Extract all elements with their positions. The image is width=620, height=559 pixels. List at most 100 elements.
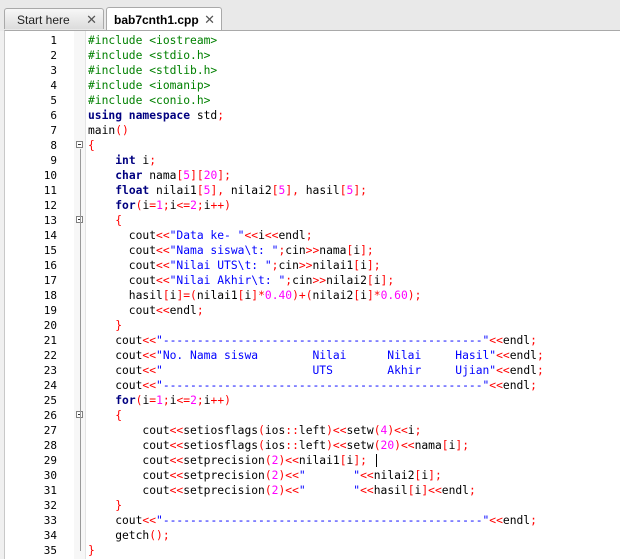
code-line[interactable]: 6 using namespace std;: [5, 108, 620, 123]
line-number: 17: [43, 274, 57, 287]
line-text: for(i=1;i<=2;i++): [115, 394, 231, 407]
line-number: 5: [50, 94, 57, 107]
code-line[interactable]: 24 cout<<"------------------------------…: [5, 378, 620, 393]
line-text: {: [115, 409, 123, 422]
line-text: cout<<setprecision(2)<<" "<<hasil[i]<<en…: [88, 484, 476, 497]
line-number: 13: [43, 214, 57, 227]
line-text: cout<<"---------------------------------…: [88, 514, 537, 527]
code-line[interactable]: 5 #include <conio.h>: [5, 93, 620, 108]
line-number: 3: [50, 64, 57, 77]
line-number: 18: [43, 289, 57, 302]
line-text: cout<<setiosflags(ios::left)<<setw(4)<<i…: [88, 424, 422, 437]
text-cursor: [376, 454, 377, 467]
line-number: 10: [43, 169, 57, 182]
line-number: 16: [43, 259, 57, 272]
code-line[interactable]: 9 int i;: [5, 153, 620, 168]
fold-toggle-icon[interactable]: [76, 141, 83, 148]
code-line[interactable]: 35}: [5, 543, 620, 558]
line-number: 30: [43, 469, 57, 482]
code-line[interactable]: 34 getch();: [5, 528, 620, 543]
code-line[interactable]: 33 cout<<"------------------------------…: [5, 513, 620, 528]
line-text: #include <iomanip>: [88, 79, 211, 92]
code-line[interactable]: 25 for(i=1;i<=2;i++): [5, 393, 620, 408]
tab-label: Start here: [17, 13, 70, 27]
line-number: 9: [50, 154, 57, 167]
line-text: getch();: [88, 529, 170, 542]
code-line[interactable]: 20 }: [5, 318, 620, 333]
code-line[interactable]: 12 for(i=1;i<=2;i++): [5, 198, 620, 213]
code-line[interactable]: 4 #include <iomanip>: [5, 78, 620, 93]
code-line[interactable]: 22 cout<<"No. Nama siswa Nilai Nilai Has…: [5, 348, 620, 363]
code-line[interactable]: 2 #include <stdio.h>: [5, 48, 620, 63]
tab-bab7cnth1[interactable]: bab7cnth1.cpp ✕: [106, 7, 222, 30]
code-line[interactable]: 28 cout<<setiosflags(ios::left)<<setw(20…: [5, 438, 620, 453]
code-line[interactable]: 26 {: [5, 408, 620, 423]
fold-guide-line: [80, 224, 81, 326]
code-line[interactable]: 30 cout<<setprecision(2)<<" "<<nilai2[i]…: [5, 468, 620, 483]
editor-tab-bar: Start here ✕ bab7cnth1.cpp ✕: [0, 0, 620, 31]
code-line[interactable]: 7 main(): [5, 123, 620, 138]
code-line[interactable]: 29 cout<<setprecision(2)<<nilai1[i];: [5, 453, 620, 468]
line-text: cout<<"---------------------------------…: [88, 379, 537, 392]
code-line[interactable]: 8{: [5, 138, 620, 153]
line-number: 26: [43, 409, 57, 422]
line-text: cout<<"---------------------------------…: [88, 334, 537, 347]
line-text: cout<<"Nama siswa\t: ";cin>>nama[i];: [88, 244, 374, 257]
line-text: using namespace std;: [88, 109, 225, 122]
code-line[interactable]: 31 cout<<setprecision(2)<<" "<<hasil[i]<…: [5, 483, 620, 498]
code-editor[interactable]: 1 #include <iostream> 2 #include <stdio.h> 3…: [4, 30, 620, 559]
code-line[interactable]: 10 char nama[5][20];: [5, 168, 620, 183]
line-number: 1: [50, 34, 57, 47]
line-number: 23: [43, 364, 57, 377]
line-text: cout<<"Nilai Akhir\t: ";cin>>nilai2[i];: [88, 274, 395, 287]
line-text: char nama[5][20];: [115, 169, 231, 182]
line-text: cout<<"Nilai UTS\t: ";cin>>nilai1[i];: [88, 259, 381, 272]
line-text: #include <conio.h>: [88, 94, 211, 107]
code-line[interactable]: 27 cout<<setiosflags(ios::left)<<setw(4)…: [5, 423, 620, 438]
code-line[interactable]: 3 #include <stdlib.h>: [5, 63, 620, 78]
line-text: float nilai1[5], nilai2[5], hasil[5];: [115, 184, 367, 197]
line-number: 12: [43, 199, 57, 212]
line-text: cout<<setprecision(2)<<nilai1[i];: [88, 454, 367, 467]
line-number: 4: [50, 79, 57, 92]
line-number: 19: [43, 304, 57, 317]
line-number: 32: [43, 499, 57, 512]
fold-guide-line: [80, 419, 81, 506]
line-text: }: [88, 544, 95, 557]
line-text: {: [115, 214, 123, 227]
code-line[interactable]: 21 cout<<"------------------------------…: [5, 333, 620, 348]
code-line[interactable]: 23 cout<<" UTS Akhir Ujian"<<endl;: [5, 363, 620, 378]
tab-label: bab7cnth1.cpp: [114, 13, 199, 27]
line-number: 33: [43, 514, 57, 527]
line-number: 15: [43, 244, 57, 257]
line-number: 8: [50, 139, 57, 152]
code-line[interactable]: 18 hasil[i]=(nilai1[i]*0.40)+(nilai2[i]*…: [5, 288, 620, 303]
code-line[interactable]: 13 {: [5, 213, 620, 228]
line-number: 31: [43, 484, 57, 497]
line-text: cout<<endl;: [88, 304, 204, 317]
close-tab-icon[interactable]: ✕: [86, 10, 97, 30]
line-number: 7: [50, 124, 57, 137]
line-number: 24: [43, 379, 57, 392]
code-line[interactable]: 16 cout<<"Nilai UTS\t: ";cin>>nilai1[i];: [5, 258, 620, 273]
line-number: 6: [50, 109, 57, 122]
line-number: 29: [43, 454, 57, 467]
tab-start-here[interactable]: Start here ✕: [4, 8, 104, 29]
line-text: main(): [88, 124, 129, 137]
close-tab-icon[interactable]: ✕: [204, 10, 215, 30]
line-number: 14: [43, 229, 57, 242]
line-text: cout<<"No. Nama siswa Nilai Nilai Hasil"…: [88, 349, 544, 362]
line-text: #include <stdio.h>: [88, 49, 211, 62]
code-line[interactable]: 32 }: [5, 498, 620, 513]
code-line[interactable]: 11 float nilai1[5], nilai2[5], hasil[5];: [5, 183, 620, 198]
code-line[interactable]: 14 cout<<"Data ke- "<<i<<endl;: [5, 228, 620, 243]
line-text: #include <iostream>: [88, 34, 218, 47]
code-line[interactable]: 19 cout<<endl;: [5, 303, 620, 318]
code-line[interactable]: 15 cout<<"Nama siswa\t: ";cin>>nama[i];: [5, 243, 620, 258]
code-line[interactable]: 1 #include <iostream>: [5, 33, 620, 48]
code-line[interactable]: 17 cout<<"Nilai Akhir\t: ";cin>>nilai2[i…: [5, 273, 620, 288]
line-number: 2: [50, 49, 57, 62]
line-number: 27: [43, 424, 57, 437]
line-number: 22: [43, 349, 57, 362]
line-number: 11: [43, 184, 57, 197]
